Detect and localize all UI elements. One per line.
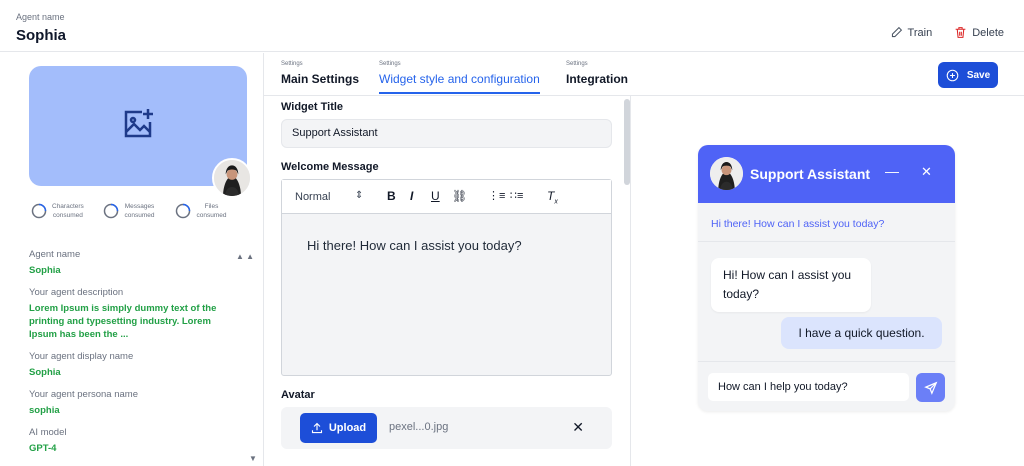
info-item: Your agent description Lorem Ipsum is si…	[29, 287, 229, 341]
info-value: Sophia	[29, 367, 61, 378]
editor-content[interactable]: Hi there! How can I assist you today?	[307, 238, 522, 253]
stat-label: Files consumed	[196, 203, 227, 219]
save-label: Save	[966, 69, 991, 81]
upload-button[interactable]: Upload	[300, 413, 377, 443]
tab-subtitle: Settings	[379, 61, 401, 67]
progress-ring-icon	[103, 203, 119, 219]
close-icon[interactable]: ✕	[921, 164, 932, 180]
form-scrollbar[interactable]	[624, 99, 630, 185]
widget-preview: Support Assistant — ✕ Hi there! How can …	[698, 145, 955, 411]
progress-ring-icon	[175, 203, 191, 219]
delete-button[interactable]: Delete	[954, 26, 1004, 39]
info-key: Your agent description	[29, 287, 124, 298]
bold-icon[interactable]: B	[387, 189, 396, 203]
widget-title-input[interactable]: Support Assistant	[281, 119, 612, 148]
divider	[698, 361, 955, 362]
pencil-icon	[891, 26, 902, 38]
widget-title-label: Widget Title	[281, 101, 344, 113]
avatar	[212, 158, 252, 198]
widget-greeting: Hi there! How can I assist you today?	[711, 218, 885, 230]
tab-subtitle: Settings	[281, 61, 303, 67]
uploaded-file-name: pexel...0.jpg	[389, 421, 449, 433]
stat-files: Files consumed	[175, 202, 227, 220]
welcome-message-editor[interactable]: Normal ⇕ B I U ⛓ ⋮≡ ∷≡ Tx Hi there! How …	[281, 179, 612, 376]
bullet-list-icon[interactable]: ∷≡	[510, 189, 523, 202]
tab-integration[interactable]: Settings Integration	[566, 61, 628, 92]
italic-icon[interactable]: I	[410, 189, 413, 203]
train-button[interactable]: Train	[890, 26, 933, 39]
scroll-up-icon[interactable]: ▲ ▲	[236, 252, 254, 261]
tab-title: Integration	[566, 72, 628, 86]
stat-label: Characters consumed	[52, 203, 84, 219]
train-label: Train	[907, 26, 933, 39]
bot-message-bubble: Hi! How can I assist you today?	[711, 258, 871, 312]
info-item: Your agent display name Sophia	[29, 351, 229, 379]
header-actions: Train Delete	[890, 26, 1004, 39]
info-key: Your agent persona name	[29, 389, 138, 400]
widget-message-input[interactable]: How can I help you today?	[708, 373, 909, 401]
agent-profile-panel: Characters consumed Messages consumed Fi…	[0, 53, 262, 466]
user-message-bubble: I have a quick question.	[781, 317, 942, 349]
usage-stats: Characters consumed Messages consumed Fi…	[31, 202, 227, 220]
remove-file-icon[interactable]: ✕	[572, 419, 584, 436]
avatar-portrait-icon	[710, 157, 743, 190]
link-icon[interactable]: ⛓	[452, 189, 467, 203]
info-item: AI model GPT-4	[29, 427, 229, 455]
minimize-icon[interactable]: —	[885, 163, 899, 179]
agent-name-label: Agent name	[16, 12, 65, 22]
avatar-label: Avatar	[281, 389, 315, 401]
widget-settings-form: Widget Title Support Assistant Welcome M…	[263, 96, 631, 466]
delete-label: Delete	[972, 26, 1004, 39]
divider	[698, 241, 955, 242]
info-value: Lorem Ipsum is simply dummy text of the …	[29, 303, 217, 340]
avatar-portrait-icon	[214, 160, 250, 196]
tab-main-settings[interactable]: Settings Main Settings	[281, 61, 359, 92]
info-item: Your agent persona name sophia	[29, 389, 229, 417]
add-image-icon	[124, 109, 153, 138]
clear-format-icon[interactable]: Tx	[547, 189, 558, 205]
stat-label: Messages consumed	[124, 203, 155, 219]
settings-tabs: Settings Main Settings Settings Widget s…	[263, 53, 1024, 96]
widget-header: Support Assistant — ✕	[698, 145, 955, 203]
widget-title: Support Assistant	[750, 166, 871, 182]
tab-title: Widget style and configuration	[379, 72, 540, 94]
info-item: Agent name Sophia	[29, 249, 229, 277]
info-value: sophia	[29, 405, 60, 416]
save-button[interactable]: Save	[938, 62, 998, 88]
info-key: Agent name	[29, 249, 81, 260]
tab-widget-style[interactable]: Settings Widget style and configuration	[379, 61, 540, 94]
page-header: Agent name Sophia Train Delete	[0, 0, 1024, 52]
editor-toolbar: Normal ⇕ B I U ⛓ ⋮≡ ∷≡ Tx	[282, 180, 611, 214]
plus-circle-icon	[946, 69, 959, 81]
info-value: GPT-4	[29, 443, 57, 454]
updown-arrow-icon[interactable]: ⇕	[355, 190, 363, 201]
widget-avatar	[710, 157, 743, 190]
trash-icon	[955, 27, 966, 38]
tab-subtitle: Settings	[566, 61, 588, 67]
upload-icon	[311, 422, 322, 434]
scroll-down-icon[interactable]: ▼	[249, 454, 257, 463]
underline-icon[interactable]: U	[431, 189, 440, 203]
info-key: AI model	[29, 427, 67, 438]
upload-label: Upload	[328, 422, 367, 434]
info-key: Your agent display name	[29, 351, 134, 362]
format-select[interactable]: Normal	[295, 191, 330, 203]
stat-characters: Characters consumed	[31, 202, 84, 220]
agent-info-list: Agent name Sophia Your agent description…	[29, 249, 229, 465]
agent-name-title: Sophia	[16, 27, 67, 44]
info-value: Sophia	[29, 265, 61, 276]
progress-ring-icon	[31, 203, 47, 219]
ordered-list-icon[interactable]: ⋮≡	[488, 189, 505, 202]
send-icon	[923, 381, 937, 395]
tab-title: Main Settings	[281, 72, 360, 86]
welcome-message-label: Welcome Message	[281, 161, 379, 173]
stat-messages: Messages consumed	[103, 202, 155, 220]
send-button[interactable]	[916, 373, 945, 402]
avatar-upload-row: Upload pexel...0.jpg ✕	[281, 407, 612, 449]
